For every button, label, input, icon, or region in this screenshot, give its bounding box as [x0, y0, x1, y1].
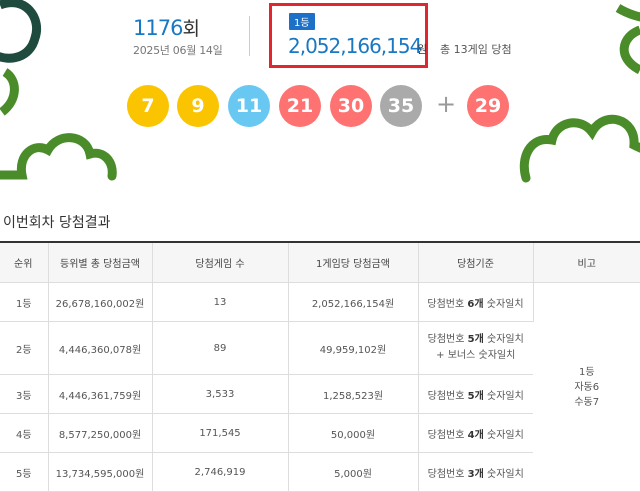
cell-per-game-amount: 50,000원: [288, 413, 419, 453]
first-prize-amount: 2,052,166,154: [288, 34, 422, 58]
criteria-suffix: 숫자일치: [487, 468, 524, 480]
first-prize-unit: 원: [417, 43, 428, 56]
cell-rank: 1등: [0, 282, 49, 322]
criteria-count: 5개: [467, 334, 484, 345]
winning-ball-4: 21: [279, 85, 321, 127]
cell-criteria: 당첨번호 5개 숫자일치: [418, 374, 533, 414]
note-line-auto: 자동6: [574, 381, 600, 393]
cell-winner-count: 13: [152, 282, 289, 322]
winning-ball-6: 35: [380, 85, 422, 127]
decor-green-right-curl: [619, 25, 640, 75]
header-criteria: 당첨기준: [418, 241, 534, 283]
criteria-extra: + 보너스 숫자일치: [436, 350, 516, 361]
results-table: 순위 등위별 총 당첨금액 당첨게임 수 1게임당 당첨금액 당첨기준 비고 1…: [0, 241, 640, 492]
section-title: 이번회차 당첨결과: [3, 215, 111, 231]
cell-per-game-amount: 1,258,523원: [288, 374, 419, 414]
winning-ball-2: 9: [177, 85, 219, 127]
decor-dark-swirl: [0, 0, 41, 63]
draw-date: 2025년 06월 14일: [133, 44, 223, 57]
cell-rank: 2등: [0, 321, 49, 375]
table-header-row: 순위 등위별 총 당첨금액 당첨게임 수 1게임당 당첨금액 당첨기준 비고: [0, 241, 640, 283]
cell-per-game-amount: 5,000원: [288, 452, 419, 492]
header-rank: 순위: [0, 241, 49, 283]
criteria-count: 4개: [467, 429, 484, 441]
cell-total-amount: 4,446,361,759원: [48, 374, 153, 414]
cell-rank: 5등: [0, 452, 49, 492]
bonus-ball: 29: [467, 85, 509, 127]
cell-per-game-amount: 2,052,166,154원: [288, 282, 419, 322]
criteria-prefix: 당첨번호: [427, 468, 465, 480]
note-line-rank: 1등: [578, 366, 595, 378]
round-unit: 회: [182, 18, 200, 40]
cell-criteria: 당첨번호 4개 숫자일치: [418, 413, 533, 453]
cell-per-game-amount: 49,959,102원: [288, 321, 419, 375]
cell-criteria: 당첨번호 6개 숫자일치: [418, 282, 534, 322]
decor-green-left-top: [0, 68, 19, 116]
table-row: 1등 26,678,160,002원 13 2,052,166,154원 당첨번…: [0, 282, 640, 492]
winning-ball-3: 11: [228, 85, 270, 127]
cell-winner-count: 3,533: [152, 374, 289, 414]
criteria-suffix: 숫자일치: [487, 429, 524, 441]
cell-note: 1등 자동6 수동7: [533, 282, 640, 492]
round-title: 1176회: [133, 14, 200, 41]
header-total-amount: 등위별 총 당첨금액: [48, 241, 153, 283]
cell-total-amount: 8,577,250,000원: [48, 413, 153, 453]
cell-winner-count: 2,746,919: [152, 452, 289, 492]
criteria-count: 3개: [467, 468, 484, 480]
plus-sign: +: [436, 90, 457, 118]
criteria-suffix: 숫자일치: [487, 390, 524, 402]
round-number: 1176: [133, 16, 183, 40]
winning-ball-1: 7: [127, 85, 169, 127]
criteria-prefix: 당첨번호: [427, 429, 465, 441]
criteria-prefix: 당첨번호: [427, 334, 465, 345]
criteria-count: 5개: [467, 390, 484, 402]
winner-games-count: 총 13게임 당첨: [440, 43, 512, 56]
decor-green-right-cloud: [519, 114, 640, 183]
cell-criteria: 당첨번호 5개 숫자일치 + 보너스 숫자일치: [418, 321, 533, 375]
criteria-count: 6개: [467, 298, 484, 310]
cell-winner-count: 171,545: [152, 413, 289, 453]
cell-total-amount: 13,734,595,000원: [48, 452, 153, 492]
decor-green-left-cloud: [0, 133, 117, 181]
criteria-prefix: 당첨번호: [427, 298, 465, 310]
note-line-manual: 수동7: [574, 396, 600, 408]
header-winner-count: 당첨게임 수: [152, 241, 289, 283]
first-prize-badge: 1등: [289, 13, 315, 30]
criteria-suffix: 숫자일치: [487, 334, 524, 345]
cell-rank: 3등: [0, 374, 49, 414]
header-divider: [249, 16, 250, 56]
header-note: 비고: [533, 241, 640, 283]
criteria-prefix: 당첨번호: [427, 390, 465, 402]
cell-rank: 4등: [0, 413, 49, 453]
cell-total-amount: 4,446,360,078원: [48, 321, 153, 375]
cell-winner-count: 89: [152, 321, 289, 375]
cell-total-amount: 26,678,160,002원: [48, 282, 153, 322]
cell-criteria: 당첨번호 3개 숫자일치: [418, 452, 533, 492]
header-per-game-amount: 1게임당 당첨금액: [288, 241, 419, 283]
criteria-suffix: 숫자일치: [486, 298, 524, 310]
winning-ball-5: 30: [330, 85, 372, 127]
decor-green-right-top: [615, 4, 640, 22]
